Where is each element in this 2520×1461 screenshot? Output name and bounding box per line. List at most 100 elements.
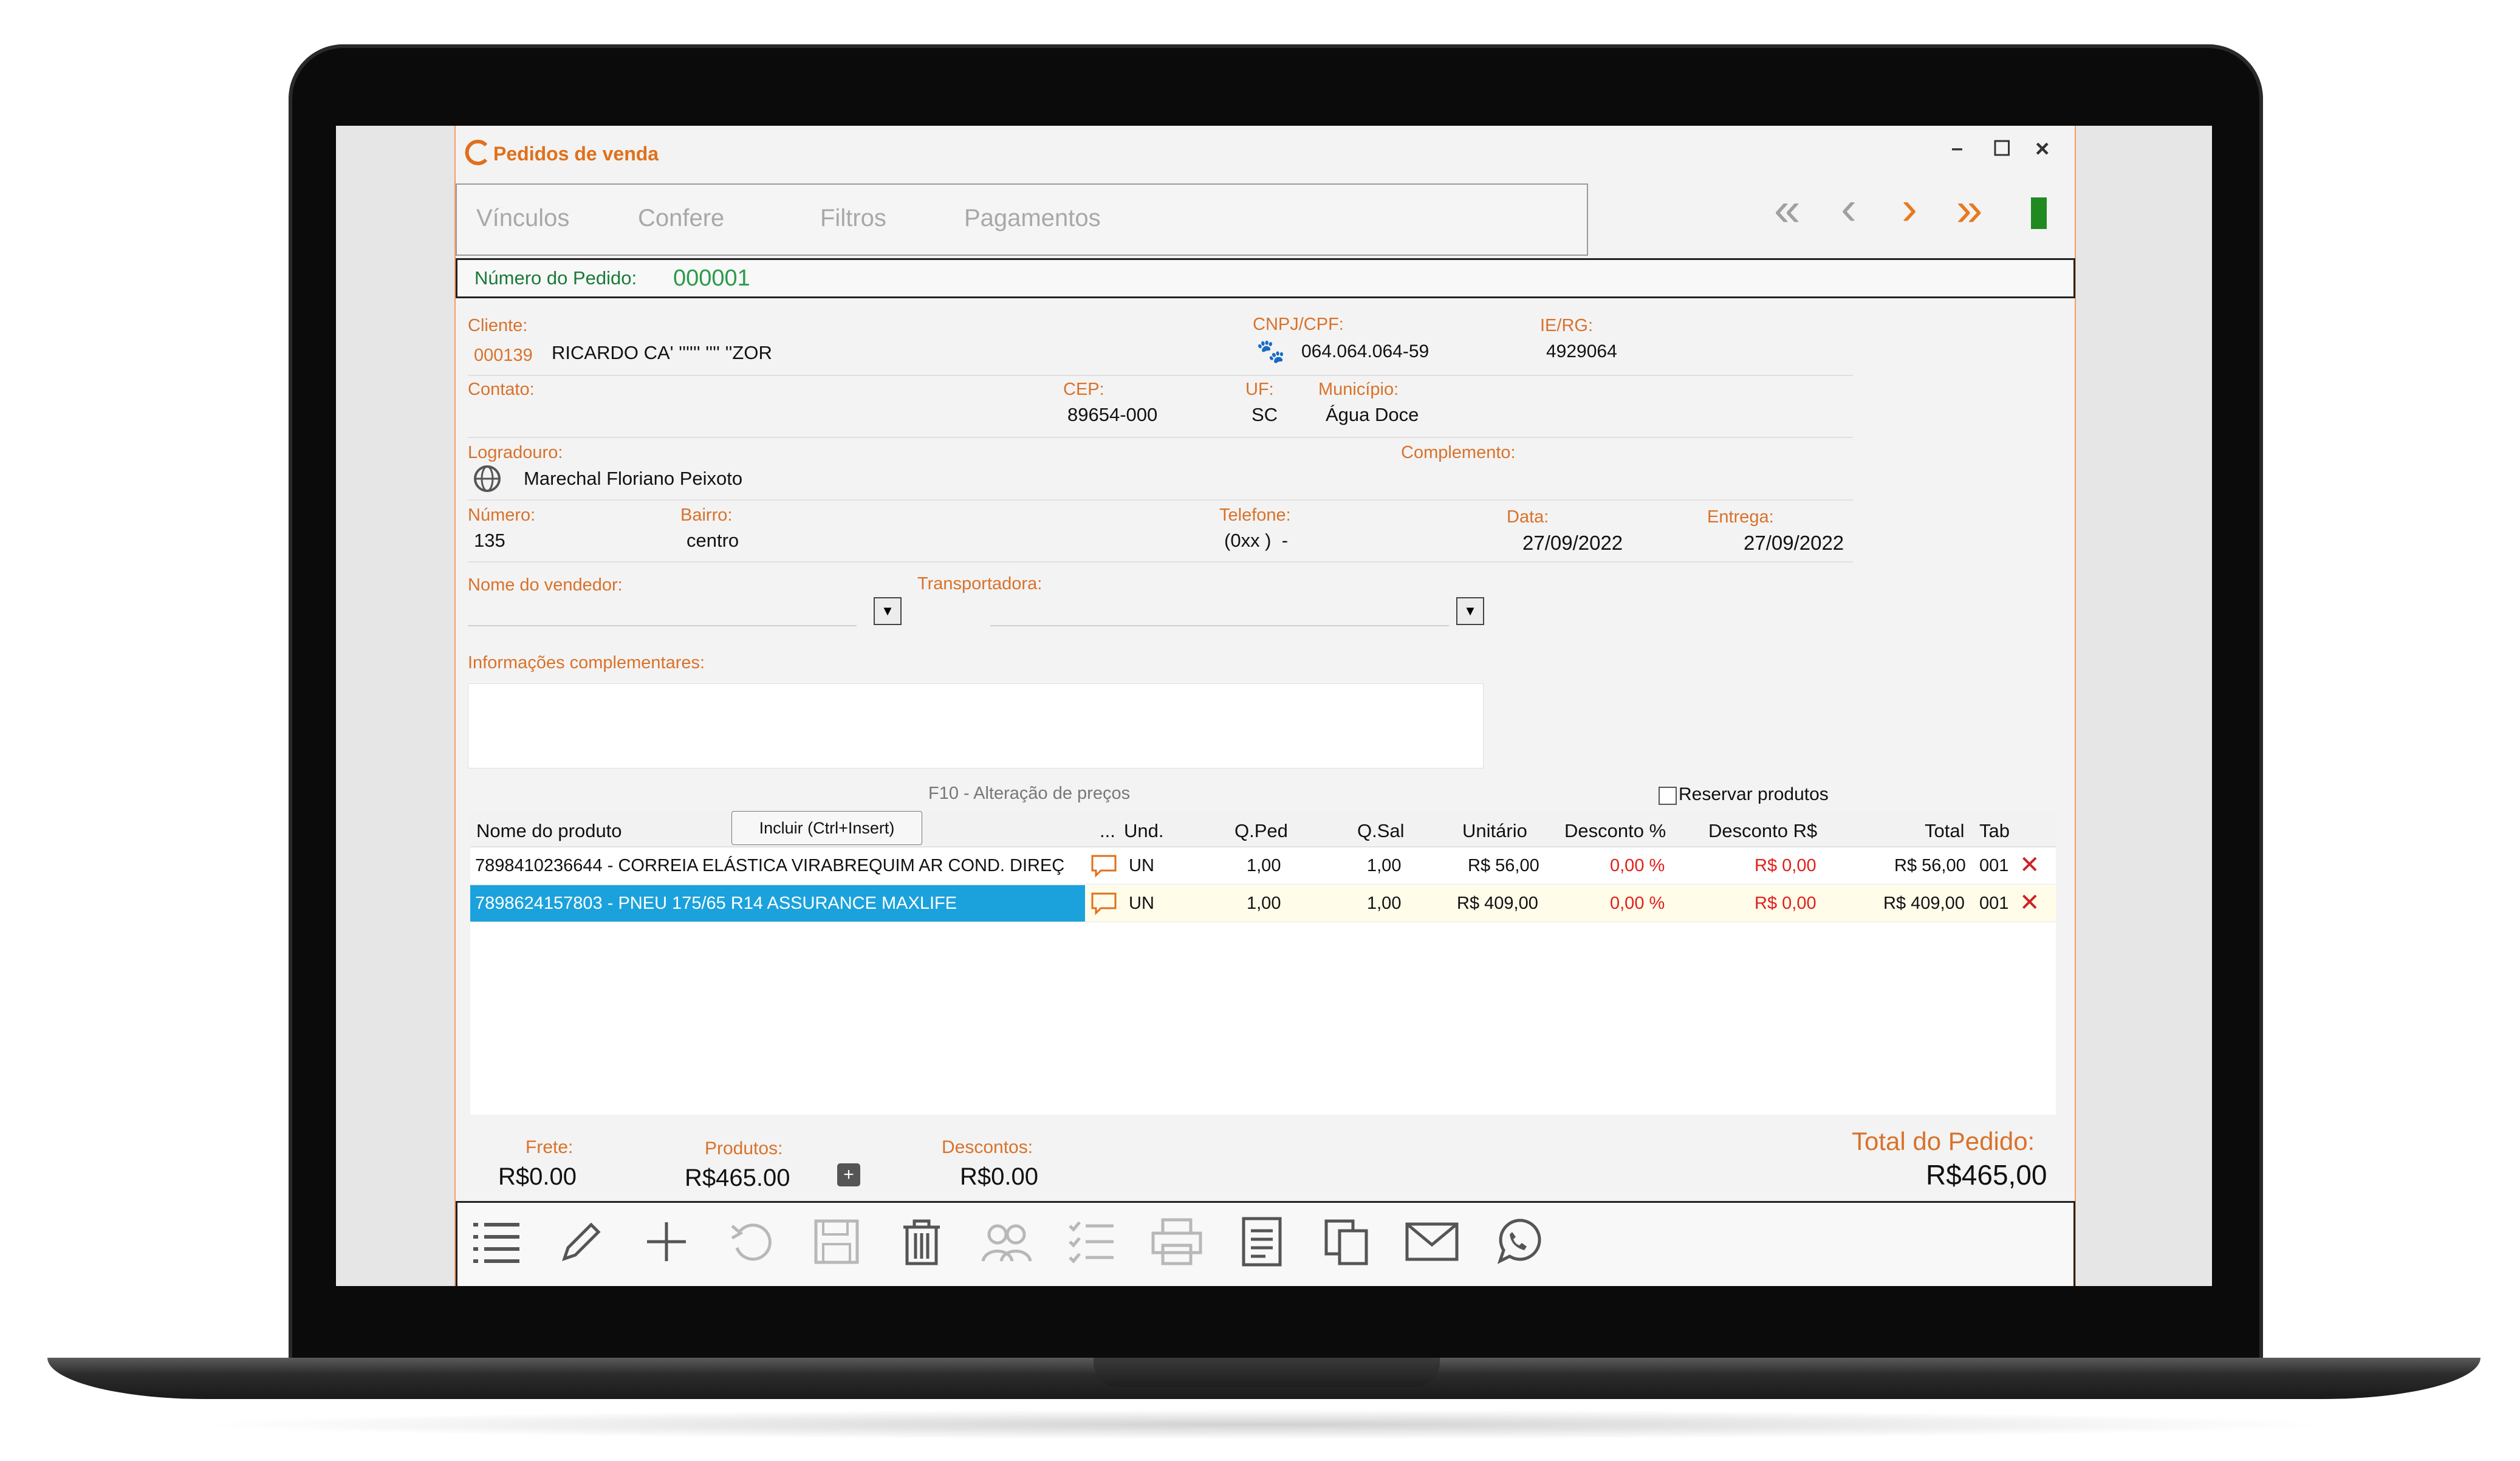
row-qsal: 1,00 xyxy=(1367,856,1402,875)
tab-confere[interactable]: Confere xyxy=(638,205,724,232)
paw-icon[interactable]: 🐾 xyxy=(1256,338,1286,368)
tab-pagamentos[interactable]: Pagamentos xyxy=(964,205,1101,232)
cep-value[interactable]: 89654-000 xyxy=(1067,404,1157,426)
next-record-icon[interactable]: › xyxy=(1902,184,1917,231)
carrier-dropdown-icon[interactable]: ▼ xyxy=(1456,597,1484,625)
delete-row-icon[interactable]: ✕ xyxy=(2019,851,2040,879)
city-label: Município: xyxy=(1318,380,1399,399)
minimize-button[interactable]: – xyxy=(1951,137,1963,160)
delivery-label: Entrega: xyxy=(1707,507,1774,527)
header-disc-pct[interactable]: Desconto % xyxy=(1564,820,1666,842)
address-number-value[interactable]: 135 xyxy=(474,530,505,552)
delivery-value[interactable]: 27/09/2022 xyxy=(1744,532,1844,555)
client-name[interactable]: RICARDO CA' '''''' '''' ''ZOR xyxy=(552,342,772,364)
cnpj-value[interactable]: 064.064.064-59 xyxy=(1301,341,1429,362)
cnpj-label: CNPJ/CPF: xyxy=(1253,315,1344,334)
checklist-icon[interactable] xyxy=(1064,1214,1120,1270)
header-tab[interactable]: Tab xyxy=(1979,820,2010,842)
phone-value[interactable]: (0xx ) - xyxy=(1224,530,1288,552)
app-logo-icon xyxy=(463,139,490,166)
table-row[interactable]: 7898624157803 - PNEU 175/65 R14 ASSURANC… xyxy=(470,885,2056,922)
window-title: Pedidos de venda xyxy=(493,143,659,165)
row-tab: 001 xyxy=(1979,894,2009,913)
row-disc-val: R$ 0,00 xyxy=(1755,894,1816,913)
street-label: Logradouro: xyxy=(468,443,563,462)
row-disc-pct: 0,00 % xyxy=(1610,856,1665,875)
row-total: R$ 409,00 xyxy=(1883,894,1965,913)
city-value[interactable]: Água Doce xyxy=(1326,404,1419,426)
header-qped[interactable]: Q.Ped xyxy=(1234,820,1288,842)
pencil-icon[interactable] xyxy=(553,1214,609,1270)
district-value[interactable]: centro xyxy=(686,530,739,552)
previous-record-icon[interactable]: ‹ xyxy=(1841,184,1857,231)
app-window: Pedidos de venda – ☐ × Vínculos Confere … xyxy=(454,126,2076,1286)
district-label: Bairro: xyxy=(680,505,733,525)
copy-icon[interactable] xyxy=(1319,1214,1375,1270)
ie-label: IE/RG: xyxy=(1540,316,1594,335)
header-total[interactable]: Total xyxy=(1925,820,1964,842)
products-value: R$465.00 xyxy=(685,1165,790,1191)
list-icon[interactable] xyxy=(468,1214,524,1270)
maximize-button[interactable]: ☐ xyxy=(1993,137,2011,161)
client-code[interactable]: 000139 xyxy=(474,346,533,366)
seller-dropdown-icon[interactable]: ▼ xyxy=(874,597,902,625)
status-indicator xyxy=(2031,197,2047,229)
header-more[interactable]: ... xyxy=(1100,820,1115,842)
cep-label: CEP: xyxy=(1063,380,1104,399)
separator xyxy=(468,499,1853,501)
products-detail-icon[interactable]: + xyxy=(837,1163,860,1186)
header-product[interactable]: Nome do produto xyxy=(476,820,622,842)
address-number-label: Número: xyxy=(468,505,536,525)
comment-icon[interactable] xyxy=(1090,891,1118,915)
date-label: Data: xyxy=(1507,507,1549,527)
seller-label: Nome do vendedor: xyxy=(468,575,623,595)
undo-icon[interactable] xyxy=(724,1214,779,1270)
carrier-select[interactable] xyxy=(990,601,1449,626)
tab-vinculos[interactable]: Vínculos xyxy=(476,205,569,232)
tabs-panel: Vínculos Confere Filtros Pagamentos xyxy=(456,183,1588,256)
trash-icon[interactable] xyxy=(894,1214,950,1270)
document-icon[interactable] xyxy=(1234,1214,1290,1270)
reserve-checkbox[interactable] xyxy=(1659,787,1677,805)
street-value[interactable]: Marechal Floriano Peixoto xyxy=(524,468,742,490)
row-qped: 1,00 xyxy=(1247,856,1281,875)
row-price: R$ 56,00 xyxy=(1468,856,1539,875)
row-unit: UN xyxy=(1129,856,1154,875)
complement-label: Complemento: xyxy=(1401,443,1516,462)
laptop-shadow xyxy=(182,1409,2345,1440)
tab-filtros[interactable]: Filtros xyxy=(820,205,886,232)
plus-icon[interactable] xyxy=(639,1214,694,1270)
mail-icon[interactable] xyxy=(1404,1214,1460,1270)
header-unit[interactable]: Und. xyxy=(1124,820,1163,842)
row-qped: 1,00 xyxy=(1247,894,1281,913)
freight-value: R$0.00 xyxy=(498,1163,577,1190)
delete-row-icon[interactable]: ✕ xyxy=(2019,889,2040,917)
freight-label: Frete: xyxy=(526,1137,574,1157)
date-value[interactable]: 27/09/2022 xyxy=(1522,532,1623,555)
globe-icon[interactable] xyxy=(471,463,503,494)
info-textarea[interactable] xyxy=(468,683,1484,768)
include-button[interactable]: Incluir (Ctrl+Insert) xyxy=(731,811,922,845)
header-disc-val[interactable]: Desconto R$ xyxy=(1708,820,1817,842)
save-icon[interactable] xyxy=(809,1214,865,1270)
first-record-icon[interactable]: « xyxy=(1774,185,1800,233)
print-icon[interactable] xyxy=(1149,1214,1205,1270)
table-row[interactable]: 7898410236644 - CORREIA ELÁSTICA VIRABRE… xyxy=(470,847,2056,884)
header-qsal[interactable]: Q.Sal xyxy=(1357,820,1405,842)
header-price[interactable]: Unitário xyxy=(1462,820,1527,842)
table-header: Nome do produto ... Und. Q.Ped Q.Sal Uni… xyxy=(470,812,2056,847)
comment-icon[interactable] xyxy=(1090,854,1118,878)
last-record-icon[interactable]: » xyxy=(1956,185,1982,233)
users-icon[interactable] xyxy=(979,1214,1035,1270)
close-button[interactable]: × xyxy=(2035,135,2049,163)
order-total-value: R$465,00 xyxy=(1926,1159,2047,1191)
seller-select[interactable] xyxy=(468,601,857,626)
client-label: Cliente: xyxy=(468,316,528,335)
info-label: Informações complementares: xyxy=(468,653,705,672)
whatsapp-icon[interactable] xyxy=(1489,1214,1545,1270)
row-unit: UN xyxy=(1129,894,1154,913)
uf-value[interactable]: SC xyxy=(1251,404,1278,426)
ie-value[interactable]: 4929064 xyxy=(1546,341,1617,362)
order-number: 000001 xyxy=(673,265,750,291)
discounts-value: R$0.00 xyxy=(960,1163,1038,1190)
